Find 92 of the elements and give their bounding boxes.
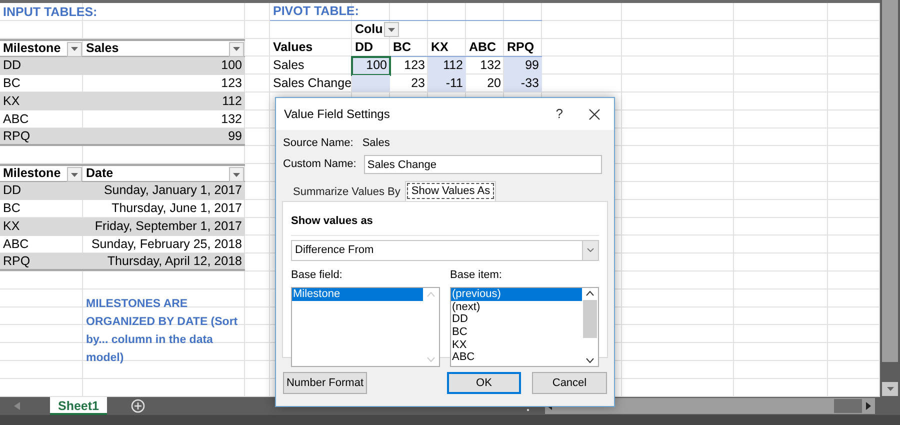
- base-field-list[interactable]: Milestone: [291, 287, 440, 367]
- pivot-header: RPQ: [507, 38, 534, 56]
- table-cell-text: DD: [3, 182, 22, 200]
- column-header: Sales: [86, 40, 119, 57]
- section-heading: Show values as: [291, 213, 599, 236]
- list-item[interactable]: ABC: [451, 351, 582, 364]
- column-header: Milestone: [3, 165, 61, 182]
- table-cell-text: Sunday, January 1, 2017: [104, 182, 242, 200]
- field-label: Source Name:: [283, 136, 354, 151]
- dialog-button[interactable]: Number Format: [283, 372, 367, 394]
- filter-button[interactable]: [384, 22, 399, 38]
- section-title: INPUT TABLES:: [3, 4, 98, 21]
- table-cell-text: KX: [3, 93, 20, 110]
- help-button[interactable]: ?: [556, 104, 563, 124]
- table-cell-text: Thursday, June 1, 2017: [112, 200, 242, 218]
- scrollbar-thumb[interactable]: [834, 399, 862, 413]
- note-text: MILESTONES ARE ORGANIZED BY DATE (Sort by... column in the data model): [86, 297, 239, 366]
- field-value: Sales: [362, 136, 390, 151]
- table-cell-text: ABC: [3, 110, 29, 128]
- caret-icon: [886, 387, 894, 391]
- table-cell-text: RPQ: [3, 128, 30, 145]
- base-item-list[interactable]: (previous) (next) DD BC KX ABC: [450, 287, 599, 367]
- tab[interactable]: Show Values As: [405, 181, 496, 201]
- table-cell: 112: [428, 56, 466, 75]
- dialog-button[interactable]: Cancel: [532, 372, 607, 394]
- column-header: Milestone: [3, 40, 61, 57]
- table-cell-text: 23: [410, 75, 426, 92]
- pivot-header: KX: [431, 38, 448, 56]
- list-item[interactable]: (previous): [451, 288, 582, 301]
- pivot-header: Values: [273, 39, 313, 56]
- table-cell-text: BC: [3, 200, 20, 218]
- table-cell-text: 99: [228, 128, 242, 145]
- table-cell-text: 20: [486, 75, 502, 92]
- filter-button[interactable]: [67, 167, 82, 182]
- show-values-dropdown[interactable]: Difference From: [291, 240, 599, 260]
- pivot-header: Colu: [355, 21, 383, 38]
- caret-icon: [233, 172, 240, 177]
- field-label: Base item:: [450, 268, 503, 282]
- row-label: Sales: [273, 57, 304, 74]
- table-cell-text: ABC: [3, 236, 29, 254]
- row-label: Sales Change: [273, 75, 352, 92]
- table-cell-text: KX: [3, 218, 20, 236]
- table-cell: 100: [352, 56, 390, 75]
- table-cell-text: 112: [222, 93, 242, 110]
- table-cell-text: 100: [221, 57, 242, 74]
- table-cell-text: DD: [3, 57, 22, 74]
- add-sheet-icon[interactable]: [131, 399, 145, 413]
- tab[interactable]: Summarize Values By: [288, 184, 406, 201]
- pivot-header: DD: [355, 38, 374, 56]
- table-cell-text: Thursday, April 12, 2018: [107, 253, 242, 270]
- vertical-scrollbar[interactable]: [880, 0, 900, 397]
- scrollbar-thumb[interactable]: [882, 0, 898, 362]
- chevron-down-icon: [587, 248, 594, 252]
- sheet-tab[interactable]: Sheet1: [50, 397, 107, 415]
- close-icon[interactable]: [589, 108, 600, 120]
- pivot-header: ABC: [469, 38, 496, 56]
- table-cell-text: Sunday, February 25, 2018: [91, 236, 242, 254]
- table-cell: 99: [504, 56, 542, 75]
- table-cell: -33: [504, 74, 542, 92]
- caret-icon: [233, 47, 240, 52]
- list-item[interactable]: BC: [451, 326, 582, 339]
- table-cell-text: BC: [3, 75, 20, 92]
- field-label: Custom Name:: [283, 157, 356, 172]
- dialog-title: Value Field Settings: [284, 106, 390, 123]
- field-label: Base field:: [291, 268, 344, 282]
- filter-button[interactable]: [229, 167, 244, 182]
- table-cell-text: RPQ: [3, 253, 30, 270]
- scroll-right-icon[interactable]: [866, 402, 871, 410]
- custom-name-field[interactable]: Sales Change: [364, 155, 602, 174]
- dialog-button[interactable]: OK: [447, 372, 521, 394]
- filter-button[interactable]: [67, 42, 82, 57]
- scroll-down-icon[interactable]: [586, 358, 594, 363]
- filter-button[interactable]: [229, 42, 244, 57]
- section-title: PIVOT TABLE:: [273, 3, 359, 20]
- caret-icon: [71, 172, 78, 177]
- table-cell-text: 123: [221, 75, 242, 92]
- table-cell-text: 132: [479, 57, 502, 74]
- scroll-down-button[interactable]: [882, 382, 898, 396]
- column-header: Date: [86, 165, 114, 182]
- list-item[interactable]: Milestone: [292, 288, 423, 301]
- table-cell: -11: [428, 74, 466, 92]
- table-cell-text: Friday, September 1, 2017: [94, 218, 242, 236]
- scrollbar-thumb[interactable]: [583, 300, 597, 338]
- table-cell-text: 132: [221, 110, 242, 128]
- caret-icon: [388, 28, 395, 32]
- list-item[interactable]: DD: [451, 313, 582, 326]
- caret-icon: [71, 47, 78, 52]
- table-cell-text: 123: [403, 57, 426, 74]
- scroll-up-icon[interactable]: [586, 291, 594, 296]
- list-item[interactable]: KX: [451, 338, 582, 352]
- pivot-header: BC: [393, 38, 412, 56]
- list-item[interactable]: (next): [451, 300, 582, 314]
